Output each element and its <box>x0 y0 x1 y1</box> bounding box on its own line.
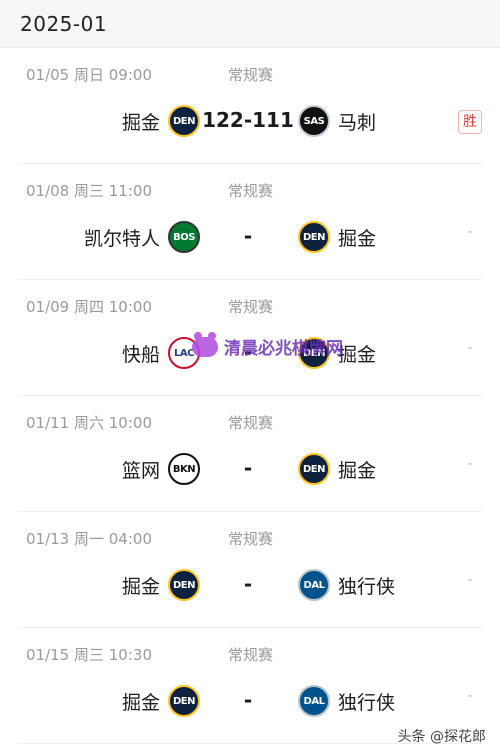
match-type: 常规赛 <box>228 646 274 664</box>
match-score: - <box>243 456 253 480</box>
match-row[interactable]: 01/13 周一 04:00 常规赛 掘金 DEN - DAL 独行侠 - <box>18 512 482 628</box>
away-team-name: 马刺 <box>338 112 377 134</box>
home-team-name: 篮网 <box>121 460 160 482</box>
dal-logo-icon: DAL <box>298 569 330 601</box>
match-datetime: 01/11 周六 10:00 <box>26 414 152 432</box>
match-type: 常规赛 <box>228 530 274 548</box>
sas-logo-icon: SAS <box>298 105 330 137</box>
den-logo-icon: DEN <box>298 453 330 485</box>
result-badge: - <box>467 572 473 588</box>
home-team-name: 快船 <box>121 344 160 366</box>
month-title: 2025-01 <box>20 12 108 36</box>
match-type: 常规赛 <box>228 414 274 432</box>
match-datetime: 01/15 周三 10:30 <box>26 646 152 664</box>
away-team-name: 独行侠 <box>338 692 396 714</box>
match-datetime: 01/09 周四 10:00 <box>26 298 152 316</box>
match-type: 常规赛 <box>228 182 274 200</box>
bkn-logo-icon: BKN <box>168 453 200 485</box>
match-score: - <box>243 572 253 596</box>
match-type: 常规赛 <box>228 298 274 316</box>
watermark-text: 清晨必兆棋牌网 <box>224 339 343 359</box>
match-score: - <box>243 224 253 248</box>
match-datetime: 01/08 周三 11:00 <box>26 182 152 200</box>
home-team-name: 掘金 <box>121 576 160 598</box>
match-row[interactable]: 01/08 周三 11:00 常规赛 凯尔特人 BOS - DEN 掘金 - <box>18 164 482 280</box>
match-score: - <box>243 688 253 712</box>
home-team-name: 凯尔特人 <box>83 228 160 250</box>
away-team-name: 掘金 <box>338 344 377 366</box>
match-row[interactable]: 01/05 周日 09:00 常规赛 掘金 DEN 122-111 SAS 马刺… <box>18 48 482 164</box>
result-badge: - <box>467 224 473 240</box>
match-datetime: 01/13 周一 04:00 <box>26 530 152 548</box>
result-badge: - <box>467 456 473 472</box>
match-row[interactable]: 01/11 周六 10:00 常规赛 篮网 BKN - DEN 掘金 - <box>18 396 482 512</box>
footer-credit: 头条 @探花郎 <box>397 729 486 745</box>
den-logo-icon: DEN <box>168 569 200 601</box>
bos-logo-icon: BOS <box>168 221 200 253</box>
home-team-name: 掘金 <box>121 692 160 714</box>
result-badge: - <box>467 688 473 704</box>
match-score: 122-111 <box>202 108 294 132</box>
den-logo-icon: DEN <box>298 221 330 253</box>
den-logo-icon: DEN <box>168 105 200 137</box>
result-badge: 胜 <box>458 110 482 134</box>
away-team-name: 独行侠 <box>338 576 396 598</box>
month-header: 2025-01 <box>0 0 500 48</box>
match-datetime: 01/05 周日 09:00 <box>26 66 152 84</box>
match-type: 常规赛 <box>228 66 274 84</box>
den-logo-icon: DEN <box>168 685 200 717</box>
away-team-name: 掘金 <box>338 460 377 482</box>
home-team-name: 掘金 <box>121 112 160 134</box>
dal-logo-icon: DAL <box>298 685 330 717</box>
cat-mascot-icon <box>192 331 218 357</box>
away-team-name: 掘金 <box>338 228 377 250</box>
result-badge: - <box>467 340 473 356</box>
watermark: 清晨必兆棋牌网 <box>192 331 343 359</box>
